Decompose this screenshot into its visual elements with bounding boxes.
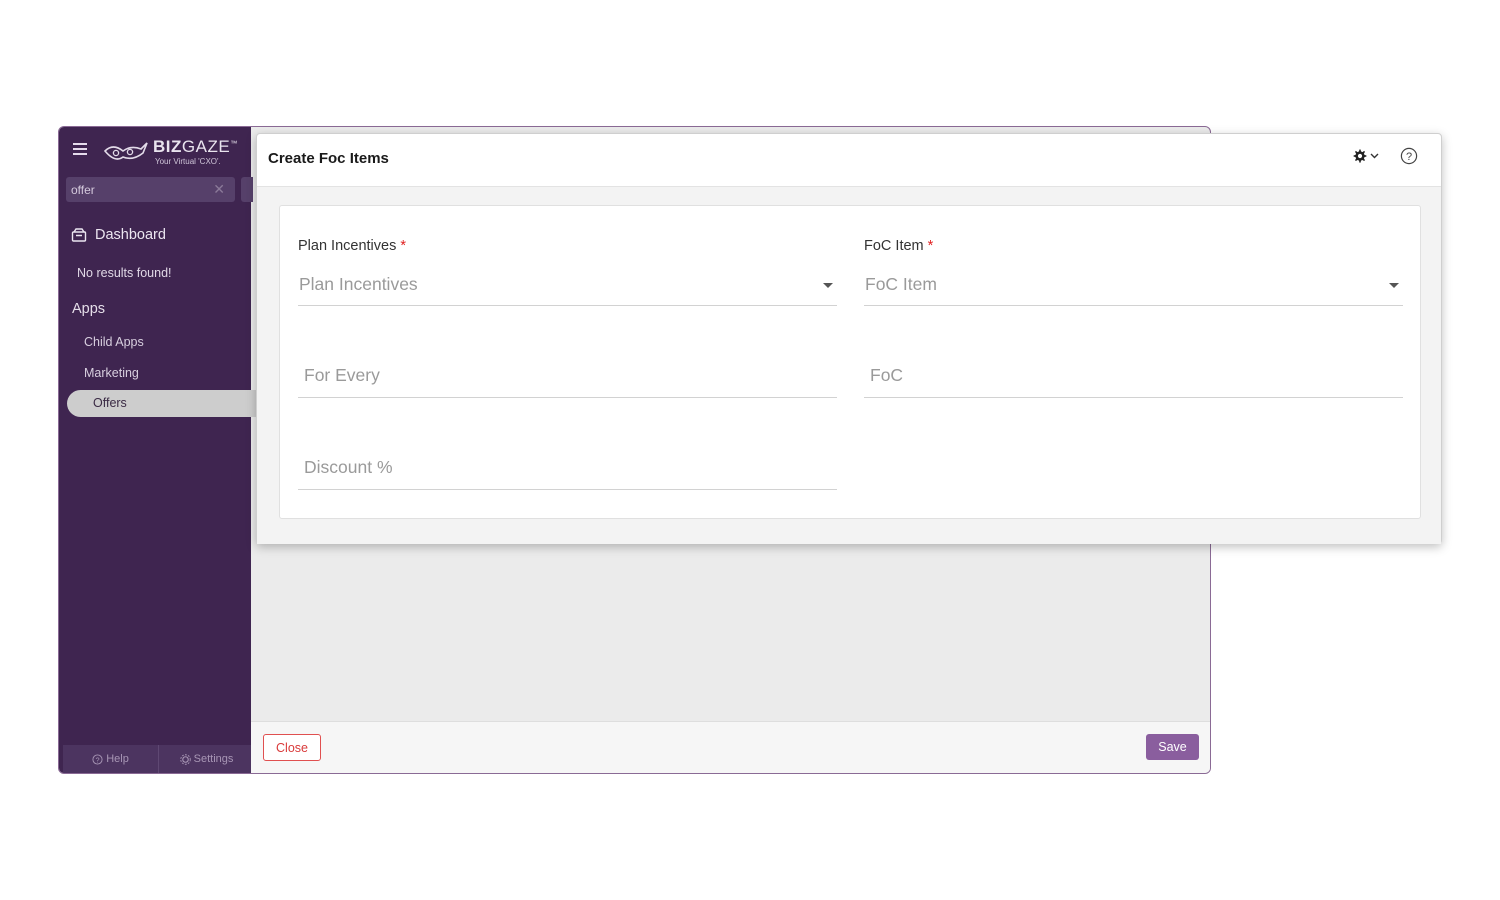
for-every-input[interactable]: For Every [304,365,380,386]
settings-label: Settings [193,753,234,765]
settings-button[interactable]: Settings [159,745,255,773]
svg-text:?: ? [96,755,100,764]
owl-logo-icon [103,142,148,160]
search-extra-button[interactable] [241,177,253,202]
help-button-header[interactable]: ? [1400,147,1418,170]
field-underline [298,489,837,490]
form-card: Plan Incentives * Plan Incentives FoC Ite… [279,205,1421,519]
settings-dropdown[interactable] [1353,149,1379,163]
gear-icon [1353,149,1367,163]
dropdown-caret-icon[interactable] [1389,283,1399,288]
bizgaze-logo[interactable]: BIZGAZE™ Your Virtual 'CXO'. [103,137,243,167]
dialog-body: Plan Incentives * Plan Incentives FoC Ite… [257,187,1441,544]
foc-item-label: FoC Item * [864,238,934,254]
foc-field[interactable]: FoC [864,356,1403,401]
plan-incentives-select[interactable]: Plan Incentives [299,274,418,295]
close-icon[interactable]: ✕ [213,181,225,198]
discount-field[interactable]: Discount % [298,448,837,493]
plan-incentives-field: Plan Incentives * Plan Incentives [298,238,837,308]
save-button[interactable]: Save [1146,734,1199,760]
sidebar-item-marketing[interactable]: Marketing [84,366,139,380]
create-foc-items-dialog: Create Foc Items ? Plan Incentives * Plan… [256,133,1442,544]
field-underline [298,305,837,306]
discount-input[interactable]: Discount % [304,457,393,478]
hamburger-menu-icon[interactable] [73,143,87,155]
for-every-field[interactable]: For Every [298,356,837,401]
logo-tagline: Your Virtual 'CXO'. [155,157,221,166]
apps-heading: Apps [72,301,106,317]
field-underline [864,397,1403,398]
help-circle-icon: ? [1400,147,1418,165]
required-marker: * [400,238,406,254]
close-button[interactable]: Close [263,734,321,761]
sidebar-item-dashboard[interactable]: Dashboard [71,227,166,243]
required-marker: * [927,238,934,254]
dialog-title: Create Foc Items [268,150,389,167]
plan-incentives-label: Plan Incentives * [298,238,406,254]
dropdown-caret-icon[interactable] [823,283,833,288]
dashboard-icon [71,228,87,242]
help-icon: ? [92,753,103,765]
sidebar-item-offers[interactable]: Offers [67,390,257,417]
foc-item-field: FoC Item * FoC Item [864,238,1403,308]
field-underline [298,397,837,398]
foc-item-select[interactable]: FoC Item [865,274,937,295]
dialog-header: Create Foc Items ? [257,134,1441,187]
no-results-text: No results found! [77,266,172,280]
sidebar-item-label: Dashboard [95,227,166,243]
logo-wordmark: BIZGAZE™ [153,137,238,156]
settings-icon [179,753,191,765]
form-footer: Close Save [251,721,1210,773]
svg-text:?: ? [1406,151,1412,163]
sidebar-item-child-apps[interactable]: Child Apps [84,335,144,349]
field-underline [864,305,1403,306]
sidebar-header: BIZGAZE™ Your Virtual 'CXO'. [59,127,251,175]
chevron-down-icon [1370,153,1379,159]
sidebar: BIZGAZE™ Your Virtual 'CXO'. ✕ Dashboard… [59,127,257,773]
sidebar-item-label: Offers [93,396,127,410]
foc-input[interactable]: FoC [870,365,903,386]
help-label: Help [106,753,129,765]
search-input[interactable] [66,177,206,202]
help-button[interactable]: ? Help [63,745,159,773]
sidebar-search: ✕ [66,177,235,202]
sidebar-footer: ? Help Settings [63,745,255,773]
